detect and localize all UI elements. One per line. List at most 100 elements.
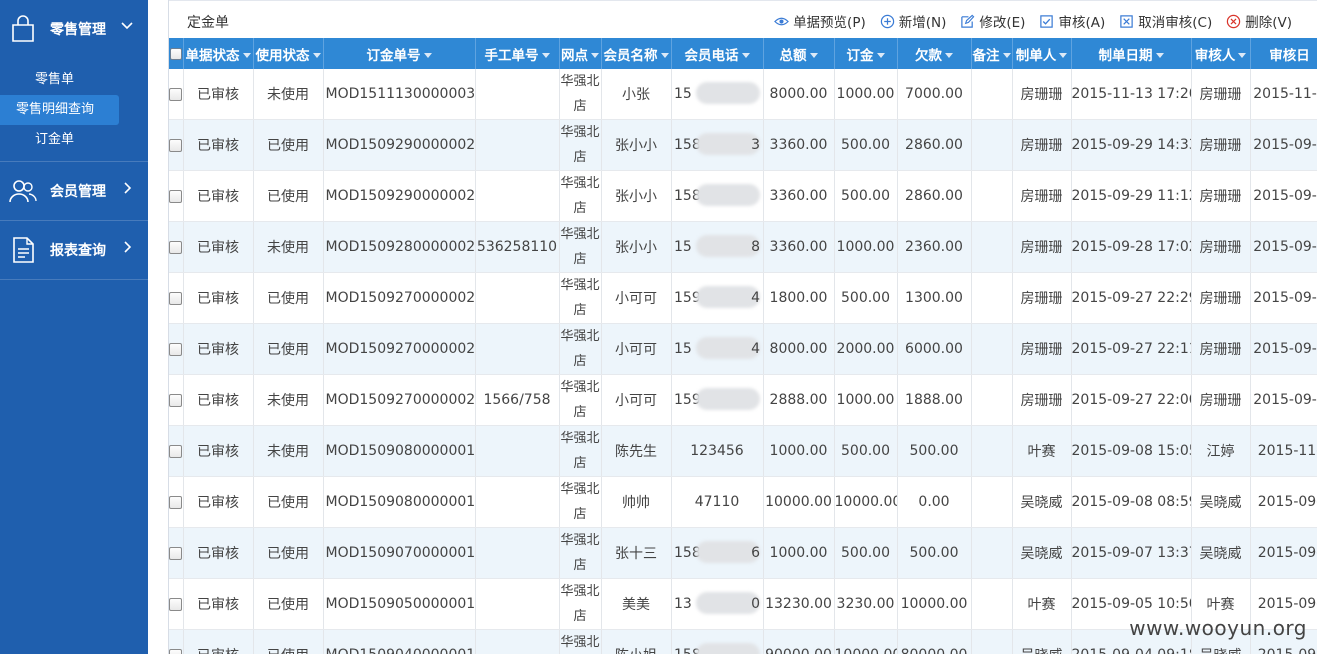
cell-deposit: 500.00 xyxy=(834,425,898,477)
table-row[interactable]: 已审核 未使用 MOD15092700000021 1566/758 华强北店 小可可 15… xyxy=(169,374,1317,426)
add-button[interactable]: 新增(N) xyxy=(880,11,946,31)
row-checkbox[interactable] xyxy=(169,69,184,120)
table-row[interactable]: 已审核 已使用 MOD15092700000022 华强北店 小可可 15 4 8000.00… xyxy=(169,323,1317,375)
column-header[interactable]: 总额 xyxy=(763,38,835,69)
sidebar-item-deposit-order[interactable]: 订金单 xyxy=(0,125,148,155)
cell-deposit: 10000.00 xyxy=(834,476,898,528)
phone-suffix: 3 xyxy=(751,137,760,153)
cell-status: 已审核 xyxy=(183,578,254,630)
cell-manual xyxy=(475,578,560,630)
column-header[interactable]: 订金 xyxy=(834,38,898,69)
cell-member: 张小小 xyxy=(601,119,672,171)
cell-audit-date: 2015-09-2 xyxy=(1250,170,1317,222)
cell-auditor: 房珊珊 xyxy=(1191,69,1251,120)
cell-total: 1800.00 xyxy=(763,272,835,324)
cell-manual: 536258110 xyxy=(475,221,560,273)
row-checkbox[interactable] xyxy=(169,374,184,426)
column-header[interactable]: 使用状态 xyxy=(253,38,324,69)
phone-prefix: 15 xyxy=(674,86,692,102)
cell-make-date: 2015-09-08 08:59 xyxy=(1071,476,1192,528)
cell-member: 小张 xyxy=(601,69,672,120)
column-header[interactable]: 审核日 xyxy=(1250,38,1317,69)
table-row[interactable]: 已审核 已使用 MOD15090800000018 华强北店 帅帅 47110 10000.… xyxy=(169,476,1317,528)
sidebar-group-report[interactable]: 报表查询 xyxy=(0,221,148,280)
select-all-checkbox[interactable] xyxy=(169,38,184,69)
cell-make-date: 2015-09-08 15:05 xyxy=(1071,425,1192,477)
cell-manual: 1566/758 xyxy=(475,374,560,426)
cell-store: 华强北店 xyxy=(559,374,602,426)
cell-maker: 叶赛 xyxy=(1012,425,1072,477)
row-checkbox[interactable] xyxy=(169,425,184,477)
cell-manual xyxy=(475,272,560,324)
cell-deposit: 500.00 xyxy=(834,527,898,579)
cell-member-phone: 158 6 xyxy=(671,527,764,579)
preview-button[interactable]: 单据预览(P) xyxy=(774,11,866,31)
row-checkbox[interactable] xyxy=(169,221,184,273)
phone-suffix: 4 xyxy=(751,341,760,357)
column-header[interactable]: 会员名称 xyxy=(601,38,672,69)
cell-store: 华强北店 xyxy=(559,272,602,324)
column-header[interactable]: 网点 xyxy=(559,38,602,69)
table-row[interactable]: 已审核 未使用 MOD15111300000030 华强北店 小张 15 8000.00 10… xyxy=(169,69,1317,120)
cell-audit-date: 2015-09- xyxy=(1250,476,1317,528)
deposit-order-table: 单据状态 使用状态 订金单号 手工单号 网点 会员名称 会员电话 总额 订金 欠… xyxy=(169,38,1317,654)
sidebar-group-member[interactable]: 会员管理 xyxy=(0,162,148,221)
row-checkbox[interactable] xyxy=(169,527,184,579)
sort-icon xyxy=(1059,53,1068,58)
column-header[interactable]: 会员电话 xyxy=(671,38,764,69)
cell-member: 张十三 xyxy=(601,527,672,579)
phone-prefix: 47110 xyxy=(694,494,740,510)
cell-make-date: 2015-11-13 17:20 xyxy=(1071,69,1192,120)
row-checkbox[interactable] xyxy=(169,119,184,171)
sidebar-item-retail-order[interactable]: 零售单 xyxy=(0,65,148,95)
column-header[interactable]: 订金单号 xyxy=(323,38,476,69)
cancel-approve-button[interactable]: 取消审核(C) xyxy=(1119,11,1212,31)
cell-note xyxy=(971,119,1013,171)
cell-deposit: 3230.00 xyxy=(834,578,898,630)
table-row[interactable]: 已审核 已使用 MOD15090700000017 华强北店 张十三 158 6 1000.0… xyxy=(169,527,1317,579)
cell-member: 张小小 xyxy=(601,221,672,273)
cell-total: 10000.00 xyxy=(763,476,835,528)
edit-button[interactable]: 修改(E) xyxy=(960,11,1025,31)
table-row[interactable]: 已审核 已使用 MOD15092900000026 华强北店 张小小 158 3 3360.0… xyxy=(169,119,1317,171)
cell-store: 华强北店 xyxy=(559,323,602,375)
table-body: 已审核 未使用 MOD15111300000030 华强北店 小张 15 8000.00 10… xyxy=(169,69,1317,654)
row-checkbox[interactable] xyxy=(169,578,184,630)
column-header[interactable]: 单据状态 xyxy=(183,38,254,69)
sidebar-group-label: 会员管理 xyxy=(50,184,106,200)
table-row[interactable]: 已审核 未使用 MOD15090800000019 华强北店 陈先生 123456 1000… xyxy=(169,425,1317,477)
cell-code: MOD15090400000015 xyxy=(323,629,476,654)
cell-total: 13230.00 xyxy=(763,578,835,630)
cell-total: 3360.00 xyxy=(763,221,835,273)
sort-icon xyxy=(809,53,818,58)
cell-code: MOD15090500000016 xyxy=(323,578,476,630)
column-header[interactable]: 欠款 xyxy=(897,38,972,69)
column-header[interactable]: 制单人 xyxy=(1012,38,1072,69)
row-checkbox[interactable] xyxy=(169,476,184,528)
column-header[interactable]: 制单日期 xyxy=(1071,38,1192,69)
delete-button[interactable]: 删除(V) xyxy=(1226,11,1292,31)
sort-icon xyxy=(876,53,885,58)
column-header[interactable]: 审核人 xyxy=(1191,38,1251,69)
cell-audit-date: 2015-09-2 xyxy=(1250,119,1317,171)
table-row[interactable]: 已审核 已使用 MOD15092900000025 华强北店 张小小 158 3360.00… xyxy=(169,170,1317,222)
cell-use: 未使用 xyxy=(253,221,324,273)
sidebar-item-retail-detail[interactable]: 零售明细查询 xyxy=(0,95,119,125)
table-row[interactable]: 已审核 已使用 MOD15092700000023 华强北店 小可可 159 4 1800.0… xyxy=(169,272,1317,324)
redaction-blur xyxy=(696,643,760,654)
sort-icon xyxy=(945,53,953,58)
cell-code: MOD15111300000030 xyxy=(323,69,476,120)
sidebar-group-retail[interactable]: 零售管理 xyxy=(0,0,148,58)
row-checkbox[interactable] xyxy=(169,170,184,222)
cell-use: 已使用 xyxy=(253,170,324,222)
row-checkbox[interactable] xyxy=(169,272,184,324)
column-header[interactable]: 手工单号 xyxy=(475,38,560,69)
table-row[interactable]: 已审核 未使用 MOD15092800000024 536258110 华强北店 张小小 1… xyxy=(169,221,1317,273)
row-checkbox[interactable] xyxy=(169,629,184,654)
approve-button[interactable]: 审核(A) xyxy=(1039,11,1105,31)
row-checkbox[interactable] xyxy=(169,323,184,375)
report-document-icon xyxy=(13,237,34,263)
cell-note xyxy=(971,374,1013,426)
cell-status: 已审核 xyxy=(183,425,254,477)
column-header[interactable]: 备注 xyxy=(971,38,1013,69)
